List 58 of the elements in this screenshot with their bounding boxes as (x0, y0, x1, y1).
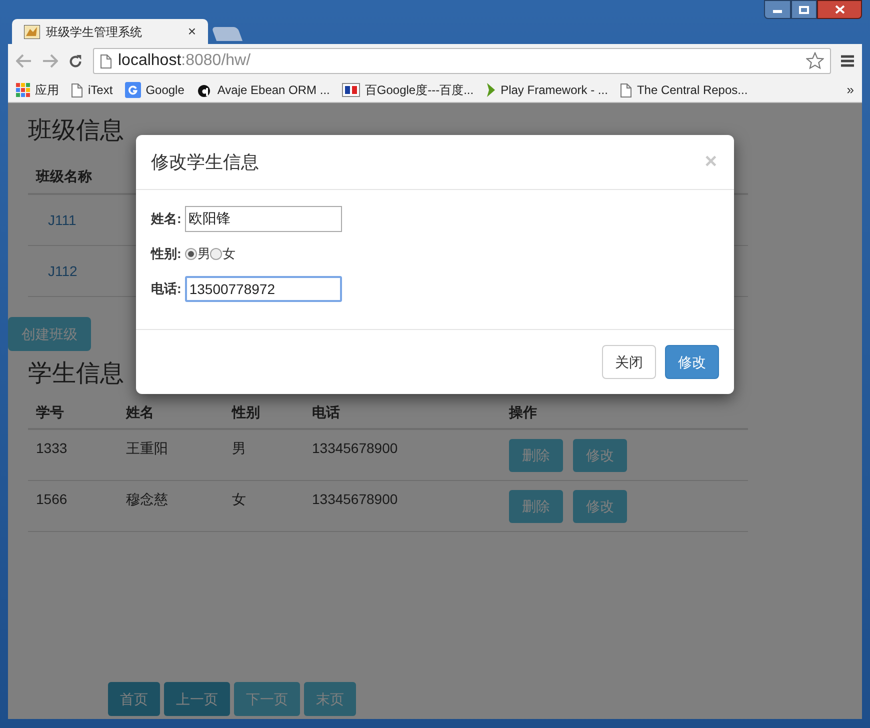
google-g-icon (124, 82, 141, 98)
tab-title: 班级学生管理系统 (46, 24, 143, 40)
radio-label: 男 (197, 245, 210, 264)
table-cell-text: 13345678900 (312, 439, 399, 458)
tomcat-logo-icon (24, 24, 40, 38)
bookmarks-overflow-button[interactable]: » (846, 80, 854, 100)
table-cell-text: 女 (232, 490, 247, 509)
bookmark-link[interactable]: The Central Repos... (620, 81, 748, 99)
close-window-button[interactable] (817, 0, 862, 19)
bookmark-link[interactable]: Play Framework - ... (486, 81, 608, 99)
page-icon (100, 54, 112, 68)
radio-button[interactable] (185, 248, 198, 260)
table-cell-text: 1566 (36, 490, 68, 509)
column-header: 电话 (312, 402, 341, 422)
address-bar[interactable]: localhost:8080/hw/ (93, 48, 831, 74)
avaje-logo-icon (196, 82, 212, 98)
column-header: 班级名称 (36, 166, 92, 186)
bookmark-link[interactable]: 应用 (16, 81, 59, 99)
table-cell-text: 13345678900 (312, 490, 399, 509)
page-icon (620, 82, 632, 98)
star-icon[interactable] (806, 52, 824, 70)
field-label: 性别: (151, 245, 182, 264)
radio-label: 女 (222, 245, 236, 264)
url-text: localhost:8080/hw/ (118, 51, 252, 71)
bookmark-link[interactable]: Google (124, 81, 184, 99)
browser-tab[interactable]: 班级学生管理系统 × (12, 19, 208, 44)
radio-button[interactable] (210, 248, 222, 260)
column-header: 姓名 (126, 402, 155, 422)
bookmark-link[interactable]: Avaje Ebean ORM ... (196, 81, 330, 99)
minimize-button[interactable] (764, 0, 791, 19)
table-cell-text: 男 (232, 439, 247, 458)
new-tab-button[interactable] (211, 27, 243, 41)
modal-title: 修改学生信息 (151, 150, 260, 174)
dialog-button[interactable]: 关闭 (602, 345, 656, 379)
bg-logo-icon (342, 83, 360, 97)
table-cell-text: 穆念慈 (126, 490, 169, 509)
text-field[interactable]: 欧阳锋 (185, 206, 342, 232)
table-cell-text: 1333 (36, 439, 68, 458)
text-field[interactable]: 13500778972 (185, 276, 342, 302)
reload-icon[interactable] (68, 54, 83, 68)
chevron-logo-icon (486, 82, 496, 98)
field-label: 姓名: (151, 210, 182, 228)
column-header: 学号 (36, 402, 65, 422)
table-cell-text: 王重阳 (126, 439, 169, 458)
apps-grid-icon (16, 83, 30, 97)
section-heading: 学生信息 (28, 360, 124, 388)
menu-icon[interactable] (841, 55, 854, 67)
field-label: 电话: (151, 280, 182, 298)
bookmark-link[interactable]: 百Google度---百度... (342, 81, 474, 99)
maximize-button[interactable] (791, 0, 817, 19)
close-icon (834, 5, 844, 14)
section-heading: 班级信息 (28, 117, 124, 145)
page-icon (71, 82, 83, 98)
column-header: 操作 (509, 402, 538, 422)
bookmark-link[interactable]: iText (71, 81, 113, 99)
tab-close-button[interactable]: × (188, 21, 196, 42)
dialog-button[interactable]: 修改 (665, 345, 719, 379)
column-header: 性别 (232, 402, 261, 422)
